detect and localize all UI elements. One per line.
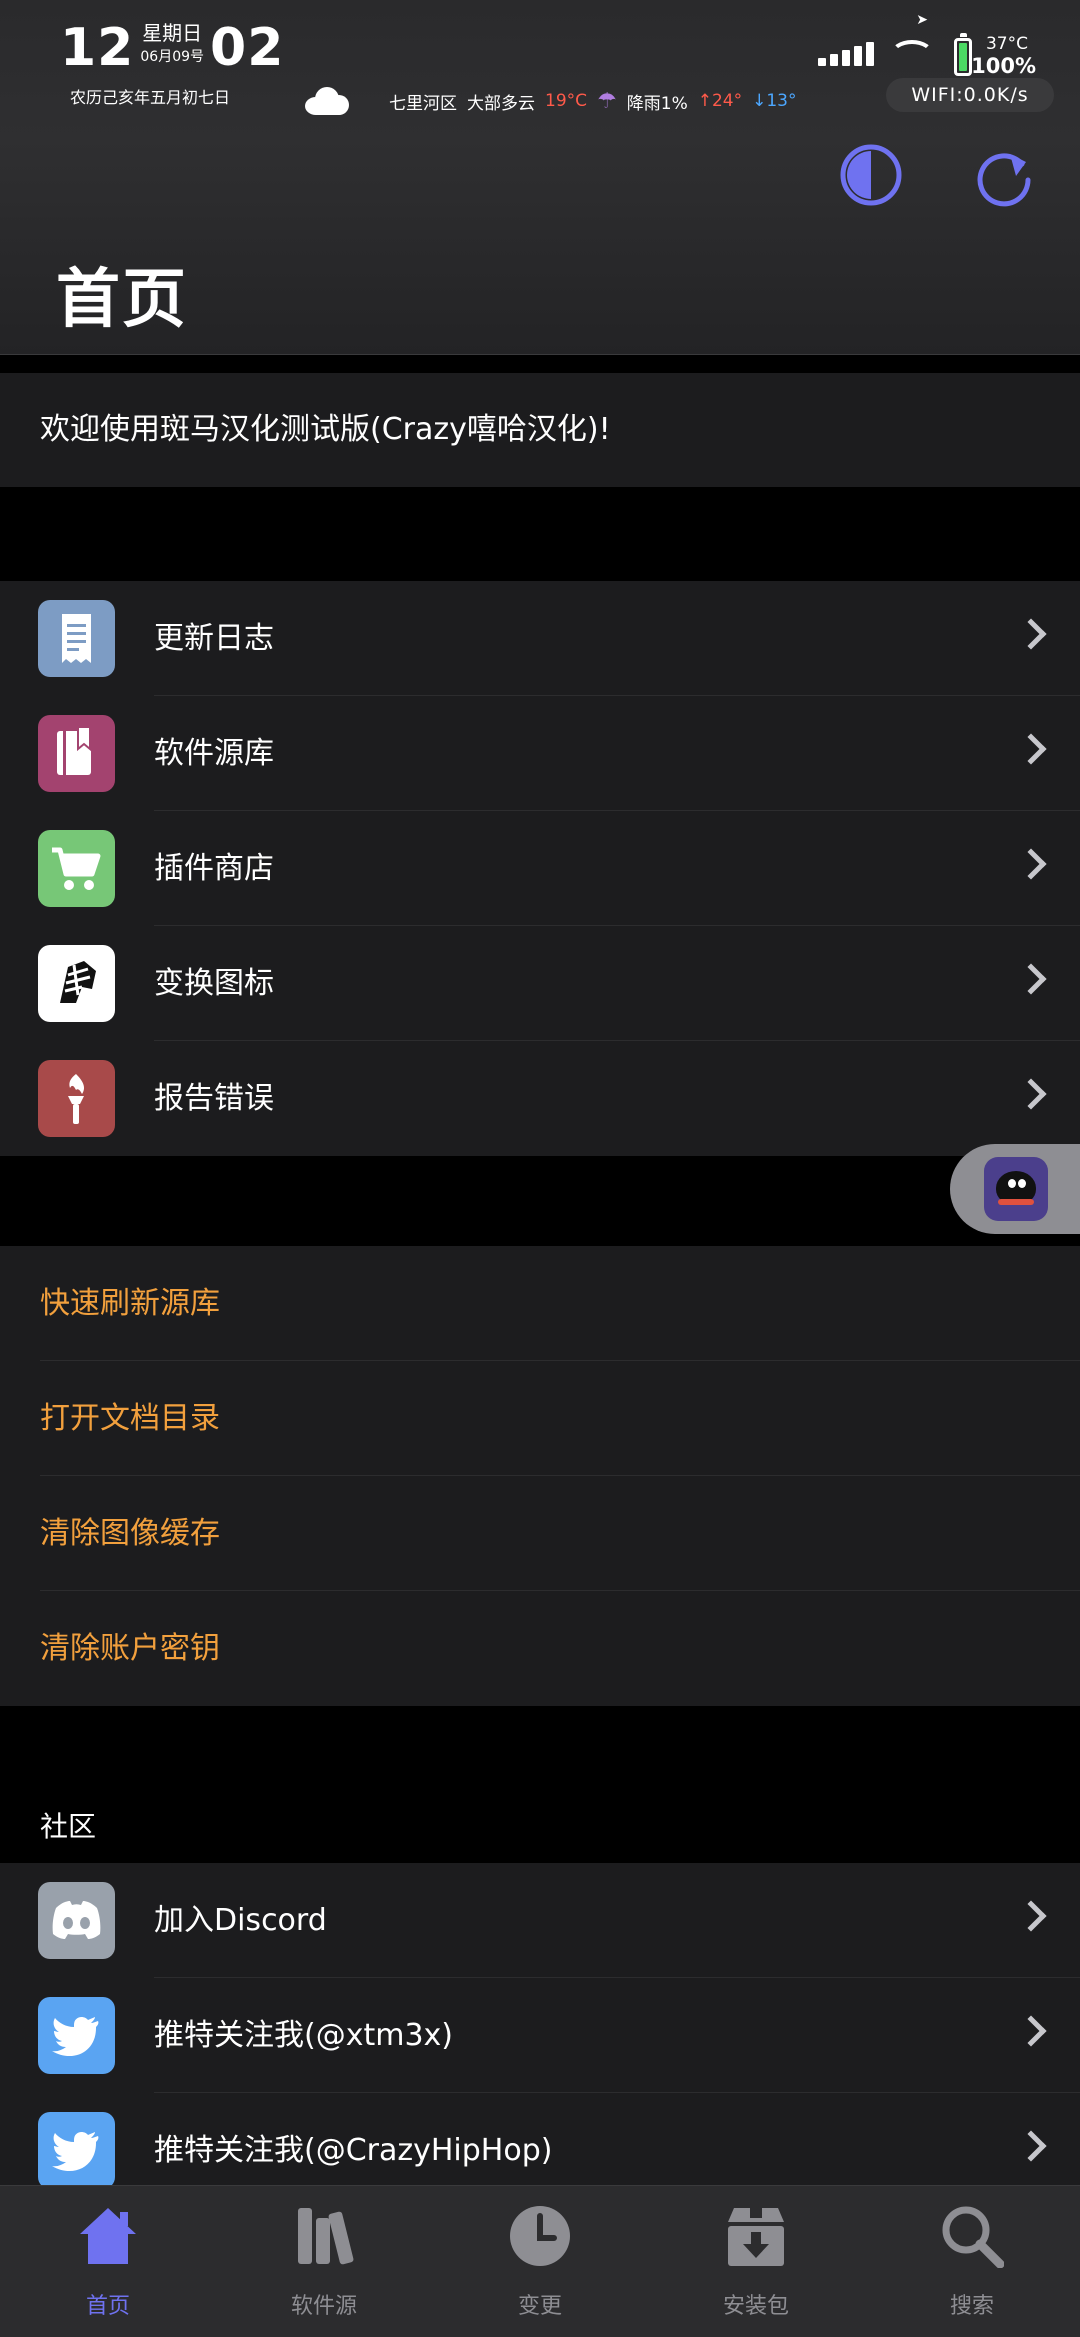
twitter-icon — [38, 2112, 115, 2185]
weather-widget: 七里河区 大部多云 19°C ☂ 降雨1% ↑24° ↓13° — [305, 84, 797, 118]
action-label: 快速刷新源库 — [40, 1286, 220, 1321]
menu-item-label: 插件商店 — [154, 851, 274, 886]
battery-icon — [954, 33, 972, 76]
menu-list: 更新日志 软件源库 插件商店 变换图标 报告错误 — [0, 581, 1080, 1156]
wifi-icon — [890, 40, 934, 70]
cloud-icon — [305, 87, 349, 115]
chevron-right-icon — [1015, 848, 1047, 880]
menu-item-label: 软件源库 — [154, 736, 274, 771]
menu-item-store[interactable]: 插件商店 — [0, 811, 1080, 926]
menu-item-changelog[interactable]: 更新日志 — [0, 581, 1080, 696]
clear-account-keys-action[interactable]: 清除账户密钥 — [0, 1591, 1080, 1706]
page-title: 首页 — [56, 263, 188, 337]
sources-icon — [298, 2208, 354, 2265]
community-item-label: 加入Discord — [154, 1903, 327, 1938]
package-icon — [728, 2208, 784, 2266]
chevron-right-icon — [1015, 963, 1047, 995]
menu-item-label: 变换图标 — [154, 966, 274, 1001]
action-label: 打开文档目录 — [40, 1401, 220, 1436]
navigation-header: 首页 — [0, 140, 1080, 355]
clock-minute: 02 — [210, 18, 285, 78]
tab-packages[interactable]: 安装包 — [648, 2186, 864, 2337]
tab-home[interactable]: 首页 — [0, 2186, 216, 2337]
clock-weekday: 星期日 — [142, 21, 203, 45]
tab-changes[interactable]: 变更 — [432, 2186, 648, 2337]
umbrella-icon: ☂ — [597, 88, 617, 114]
action-label: 清除图像缓存 — [40, 1516, 220, 1551]
community-item-twitter-xtm3x[interactable]: 推特关注我(@xtm3x) — [0, 1978, 1080, 2093]
discord-icon — [38, 1882, 115, 1959]
book-icon — [38, 715, 115, 792]
community-item-twitter-crazyhiphop[interactable]: 推特关注我(@CrazyHipHop) — [0, 2093, 1080, 2185]
tab-label: 首页 — [85, 2294, 130, 2319]
clock-icon — [510, 2206, 570, 2266]
menu-item-sources[interactable]: 软件源库 — [0, 696, 1080, 811]
menu-item-label: 更新日志 — [154, 621, 274, 656]
community-item-label: 推特关注我(@xtm3x) — [154, 2018, 453, 2053]
open-documents-action[interactable]: 打开文档目录 — [0, 1361, 1080, 1476]
weather-low: ↓13° — [752, 91, 797, 111]
community-item-discord[interactable]: 加入Discord — [0, 1863, 1080, 1978]
tab-label: 变更 — [517, 2294, 562, 2319]
contrast-icon — [840, 144, 902, 206]
chevron-right-icon — [1015, 618, 1047, 650]
status-bar: 12 星期日 06月09号 02 农历己亥年五月初七日 七里河区 大部多云 19… — [0, 0, 1080, 140]
refresh-button[interactable] — [970, 140, 1040, 210]
weather-condition: 大部多云 — [467, 93, 535, 114]
chevron-right-icon — [1015, 1900, 1047, 1932]
zebra-icon — [38, 945, 115, 1022]
menu-item-change-icon[interactable]: 变换图标 — [0, 926, 1080, 1041]
community-section-header: 社区 — [40, 1810, 97, 1843]
weather-high: ↑24° — [697, 91, 743, 111]
tab-label: 搜索 — [949, 2294, 994, 2319]
clock-hour: 12 — [60, 18, 135, 78]
battery-percentage: 100% — [971, 54, 1036, 78]
signal-icon — [818, 42, 874, 66]
action-label: 清除账户密钥 — [40, 1631, 220, 1666]
receipt-icon — [38, 600, 115, 677]
lunar-date: 农历己亥年五月初七日 — [70, 88, 231, 107]
welcome-text: 欢迎使用斑马汉化测试版(Crazy嘻哈汉化)! — [40, 412, 611, 447]
floating-assistant-button[interactable] — [950, 1144, 1080, 1234]
clear-image-cache-action[interactable]: 清除图像缓存 — [0, 1476, 1080, 1591]
tab-sources[interactable]: 软件源 — [216, 2186, 432, 2337]
weather-rain: 降雨1% — [626, 93, 688, 114]
tab-search[interactable]: 搜索 — [864, 2186, 1080, 2337]
twitter-icon — [38, 1997, 115, 2074]
clock-date: 06月09号 — [140, 49, 205, 65]
cart-icon — [38, 830, 115, 907]
tab-bar: 首页 软件源 变更 安装包 搜索 — [0, 2185, 1080, 2337]
home-icon — [80, 2208, 136, 2264]
network-speed: WIFI:0.0K/s — [886, 78, 1054, 112]
theme-toggle-button[interactable] — [836, 140, 906, 210]
weather-temperature: 19°C — [545, 91, 588, 111]
actions-list: 快速刷新源库 打开文档目录 清除图像缓存 清除账户密钥 — [0, 1246, 1080, 1706]
tab-label: 软件源 — [290, 2294, 357, 2319]
community-list: 加入Discord 推特关注我(@xtm3x) 推特关注我(@CrazyHipH… — [0, 1863, 1080, 2185]
welcome-banner: 欢迎使用斑马汉化测试版(Crazy嘻哈汉化)! — [0, 373, 1080, 487]
menu-item-label: 报告错误 — [154, 1081, 274, 1116]
chevron-right-icon — [1015, 2130, 1047, 2162]
search-icon — [942, 2206, 1004, 2268]
refresh-sources-action[interactable]: 快速刷新源库 — [0, 1246, 1080, 1361]
battery-temperature: 37°C — [985, 34, 1028, 54]
refresh-icon — [977, 153, 1031, 207]
menu-item-report-bug[interactable]: 报告错误 — [0, 1041, 1080, 1156]
clock: 12 星期日 06月09号 02 — [60, 20, 284, 76]
assistant-face-icon — [984, 1157, 1048, 1221]
main-content[interactable]: 欢迎使用斑马汉化测试版(Crazy嘻哈汉化)! 更新日志 软件源库 插件商店 变… — [0, 355, 1080, 2185]
chevron-right-icon — [1015, 733, 1047, 765]
location-arrow-icon: ➤ — [916, 12, 928, 28]
community-item-label: 推特关注我(@CrazyHipHop) — [154, 2133, 553, 2168]
chevron-right-icon — [1015, 1078, 1047, 1110]
weather-location: 七里河区 — [389, 93, 457, 114]
torch-icon — [38, 1060, 115, 1137]
tab-label: 安装包 — [722, 2294, 789, 2319]
chevron-right-icon — [1015, 2015, 1047, 2047]
